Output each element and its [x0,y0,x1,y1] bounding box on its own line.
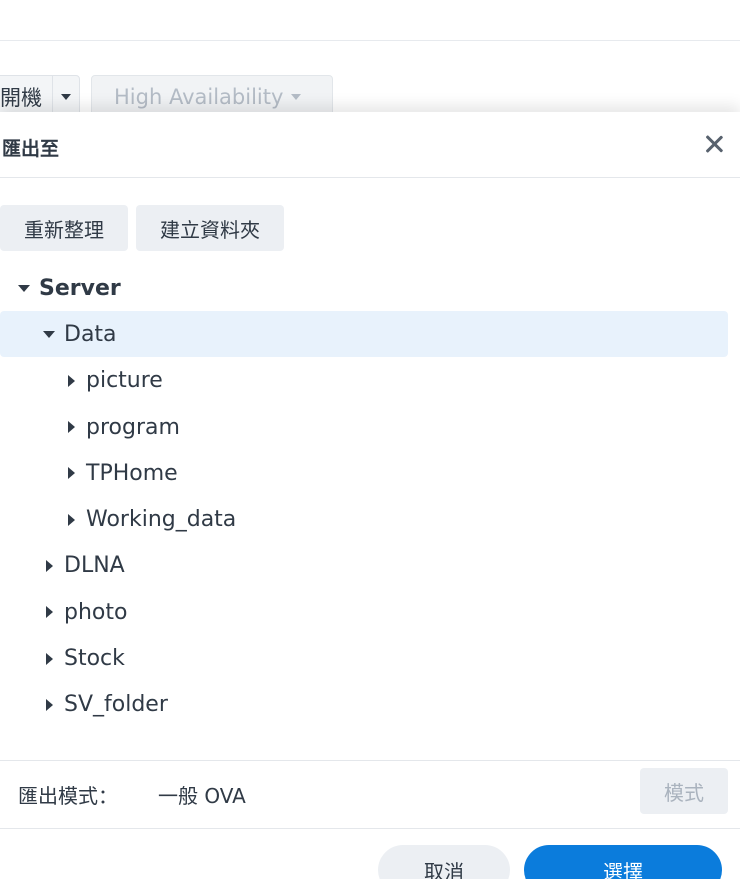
caret-right-icon[interactable] [60,421,82,434]
tree-node-picture[interactable]: picture [0,358,740,404]
tree-node-photo[interactable]: photo [0,589,740,635]
tree-node-label: photo [64,599,128,625]
tree-node-label: Server [39,275,121,301]
background-divider [0,40,740,41]
mode-button[interactable]: 模式 [640,768,728,814]
tree-node-program[interactable]: program [0,404,740,450]
caret-down-icon[interactable] [38,330,60,338]
tree-node-server[interactable]: Server [0,265,740,311]
actions-divider [0,828,740,829]
tree-node-stock[interactable]: Stock [0,635,740,681]
chevron-down-icon [61,94,71,100]
folder-toolbar: 重新整理 建立資料夾 [0,205,284,251]
export-mode-row: 匯出模式： 一般 OVA 模式 [0,768,740,818]
folder-tree: Server Data picture program TPHome Worki… [0,265,740,728]
tree-node-tphome[interactable]: TPHome [0,450,740,496]
export-to-dialog: 匯出至 重新整理 建立資料夾 Server Data picture progr… [0,112,740,879]
cancel-button[interactable]: 取消 [378,845,510,879]
screen: 開機 High Availability 匯出至 重新整理 建立資料夾 Serv… [0,0,740,879]
tree-node-label: Data [64,321,117,347]
caret-down-icon[interactable] [13,284,35,292]
caret-right-icon[interactable] [60,374,82,387]
tree-node-label: picture [86,368,163,394]
select-button[interactable]: 選擇 [524,845,722,879]
caret-right-icon[interactable] [38,606,60,619]
tree-node-sv-folder[interactable]: SV_folder [0,682,740,728]
caret-right-icon[interactable] [38,559,60,572]
caret-right-icon[interactable] [38,698,60,711]
caret-right-icon[interactable] [60,467,82,480]
tree-node-label: Working_data [86,507,237,533]
tree-node-label: program [86,414,180,440]
caret-right-icon[interactable] [38,652,60,665]
tree-node-dlna[interactable]: DLNA [0,543,740,589]
tree-node-data[interactable]: Data [0,311,740,358]
refresh-button[interactable]: 重新整理 [0,205,128,251]
caret-right-icon[interactable] [60,513,82,526]
title-divider [0,177,740,178]
high-availability-label: High Availability [114,85,284,109]
export-mode-value: 一般 OVA [158,784,246,808]
chevron-down-icon [291,94,302,100]
export-mode-label: 匯出模式： [18,784,118,808]
tree-node-working-data[interactable]: Working_data [0,496,740,542]
tree-node-label: SV_folder [64,692,168,718]
dialog-title: 匯出至 [2,138,60,160]
tree-node-label: TPHome [86,460,178,486]
create-folder-button[interactable]: 建立資料夾 [136,205,284,251]
tree-node-label: DLNA [64,553,125,579]
footer-divider [0,760,740,761]
tree-node-label: Stock [64,646,125,672]
close-icon[interactable] [702,132,726,156]
